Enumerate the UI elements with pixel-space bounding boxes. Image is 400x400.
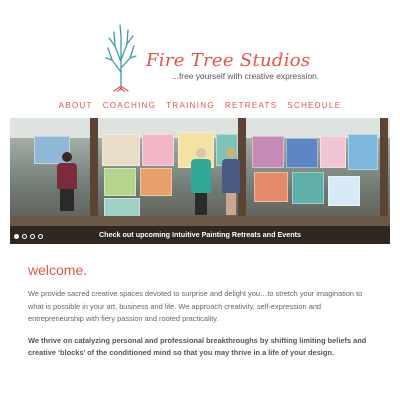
painting [348, 134, 378, 170]
slider-dot-2[interactable] [22, 234, 27, 239]
painting [320, 136, 346, 168]
hero-slider[interactable]: Check out upcoming Intuitive Painting Re… [10, 118, 390, 244]
nav-item-retreats[interactable]: RETREATS [225, 101, 277, 110]
person [220, 148, 242, 215]
slider-dot-1[interactable] [14, 234, 19, 239]
painting [142, 134, 174, 166]
painting [102, 134, 140, 166]
hero-caption[interactable]: Check out upcoming Intuitive Painting Re… [10, 230, 390, 239]
painting [252, 136, 284, 168]
person [56, 152, 78, 211]
painting [254, 172, 288, 202]
brand-title[interactable]: Fire Tree Studios [146, 50, 310, 71]
painting [328, 176, 360, 206]
slider-dot-4[interactable] [38, 234, 43, 239]
nav-item-coaching[interactable]: COACHING [103, 101, 157, 110]
painting [286, 138, 318, 168]
mission-paragraph: We thrive on catalyzing personal and pro… [28, 335, 367, 358]
main-content: welcome. We provide sacred creative spac… [28, 262, 372, 360]
welcome-heading: welcome. [28, 262, 88, 278]
nav-item-training[interactable]: TRAINING [166, 101, 215, 110]
nav-item-about[interactable]: ABOUT [59, 101, 93, 110]
intro-paragraph: We provide sacred creative spaces devote… [28, 289, 363, 323]
slider-dots [14, 234, 43, 239]
main-nav: ABOUT COACHING TRAINING RETREATS SCHEDUL… [0, 101, 400, 110]
painting [104, 168, 136, 196]
nav-item-schedule[interactable]: SCHEDULE [287, 101, 341, 110]
site-header: Fire Tree Studios ...free yourself with … [0, 0, 400, 98]
painting [292, 172, 324, 204]
tree-logo-icon[interactable] [104, 22, 138, 92]
brand-tagline: ...free yourself with creative expressio… [172, 71, 320, 81]
slider-dot-3[interactable] [30, 234, 35, 239]
painting [140, 168, 172, 196]
person [190, 148, 212, 215]
